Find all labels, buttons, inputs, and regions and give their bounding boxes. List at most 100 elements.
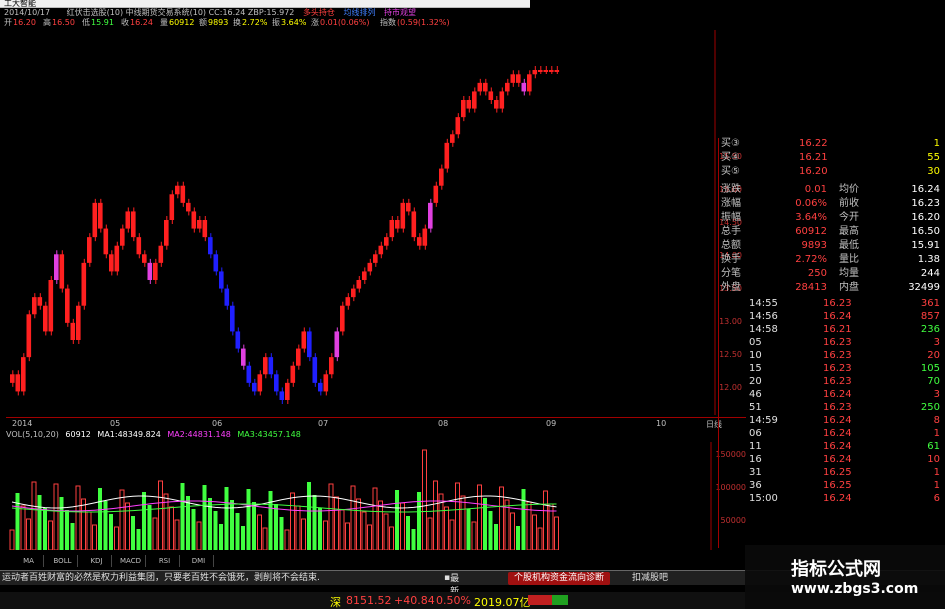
volume-bar — [43, 508, 47, 550]
candle-body — [307, 331, 312, 358]
book-volume: 30 — [927, 166, 940, 177]
candle-body — [37, 297, 43, 306]
candle-body — [98, 202, 103, 229]
candle-body — [153, 262, 158, 280]
date-tick: 2014 — [12, 419, 33, 428]
volume-bar — [378, 500, 383, 550]
ohlc-value-3: 16.24 — [130, 18, 153, 27]
my-stock-link[interactable]: 扣减股吧 — [632, 572, 668, 585]
volume-bar — [350, 485, 356, 550]
candle-body — [43, 305, 48, 332]
market-view-label: 持市观望 — [384, 8, 417, 17]
tick-time: 15 — [749, 363, 762, 374]
index-amount: 2019.07亿 — [474, 596, 531, 609]
tick-row: 15:00 16.24 6 — [719, 493, 945, 505]
volume-bar — [427, 517, 433, 550]
stat-value: 1.38 — [917, 254, 940, 265]
tick-price: 16.23 — [823, 298, 852, 309]
stat-value: 0.01 — [804, 184, 827, 195]
market-breadth-bar — [528, 595, 568, 605]
candlestick-chart[interactable] — [6, 30, 716, 415]
tick-volume: 250 — [920, 402, 940, 413]
volume-bar — [262, 527, 268, 550]
volume-bar — [449, 519, 455, 550]
tab-macd[interactable]: MACD — [116, 555, 146, 567]
quote-header-bar: 2014/10/17 红伏击选股(10) 中线期货交易系统(10) CC:16.… — [0, 8, 530, 18]
tick-volume: 361 — [920, 298, 940, 309]
fund-flow-button[interactable]: 个股机构资金流向诊断 — [508, 572, 611, 585]
tick-price: 16.23 — [823, 337, 852, 348]
volume-bar — [37, 495, 42, 550]
candle-body — [246, 365, 252, 383]
candle-body — [422, 228, 428, 246]
date-tick: 05 — [110, 419, 121, 428]
candle-body — [505, 82, 510, 92]
candle-body — [384, 237, 389, 246]
date-tick: 08 — [438, 419, 449, 428]
ohlc-label-1: 高 — [43, 18, 51, 27]
volume-bar — [537, 527, 543, 550]
candle-body — [312, 357, 318, 383]
volume-bar — [158, 480, 163, 550]
volume-bar — [246, 489, 251, 550]
volume-bar — [372, 487, 378, 550]
order-book-row: 买⑤ 16.20 30 — [719, 166, 945, 178]
volume-bar — [20, 505, 26, 550]
tab-kdj[interactable]: KDJ — [82, 555, 112, 567]
tab-rsi[interactable]: RSI — [150, 555, 180, 567]
stat-row: 涨幅 0.06% 前收 16.23 — [719, 198, 945, 210]
candle-body — [411, 211, 417, 238]
candle-body — [142, 254, 147, 263]
tick-volume: 1 — [933, 480, 940, 491]
tab-boll[interactable]: BOLL — [48, 555, 78, 567]
volume-bar — [86, 511, 92, 550]
date-tick: 07 — [318, 419, 329, 428]
stat-label: 量比 — [839, 254, 859, 265]
volume-bar — [488, 511, 493, 550]
tick-row: 16 16.24 10 — [719, 454, 945, 466]
volume-bar — [494, 524, 498, 550]
volume-bar — [339, 509, 345, 550]
tick-time: 10 — [749, 350, 762, 361]
index-pct: 0.50% — [436, 594, 471, 607]
tick-row: 06 16.24 1 — [719, 428, 945, 440]
news-video-link[interactable]: ▪ 最新视频 — [444, 572, 459, 609]
candle-body — [230, 305, 235, 332]
tick-time: 51 — [749, 402, 762, 413]
volume-bar — [31, 481, 37, 550]
candle-body — [103, 228, 109, 255]
ticker-message[interactable]: 运动者百姓财富的必然是权力利益集团，只要老百姓不会饿死，剥削将不会结束. — [2, 572, 320, 585]
candle-body — [318, 382, 323, 392]
candle-body — [466, 100, 472, 109]
tick-price: 16.25 — [823, 480, 852, 491]
stat-value: 16.23 — [911, 198, 940, 209]
stat-row: 分笔 250 均量 244 — [719, 268, 945, 280]
volume-chart[interactable] — [6, 442, 712, 550]
stat-label: 总额 — [721, 240, 741, 251]
tick-row: 36 16.25 1 — [719, 480, 945, 492]
volume-bar — [142, 492, 146, 550]
volume-bar — [483, 498, 487, 550]
candle-body — [488, 91, 494, 100]
stat-row: 总手 60912 最高 16.50 — [719, 226, 945, 238]
candle-body — [373, 254, 378, 263]
volume-bar — [307, 482, 311, 550]
candle-body — [219, 271, 224, 289]
ohlc-label-6: 换 — [233, 18, 241, 27]
tick-row: 05 16.23 3 — [719, 337, 945, 349]
volume-bar — [400, 502, 405, 550]
ohlc-value-5: 9893 — [208, 18, 229, 27]
tick-volume: 6 — [933, 493, 940, 504]
volume-bar — [114, 526, 119, 550]
app-title: 工大智能 — [4, 0, 36, 8]
stat-value: 3.64% — [795, 212, 827, 223]
volume-ma2: MA2:44831.148 — [167, 430, 231, 439]
tab-ma[interactable]: MA — [14, 555, 44, 567]
stat-label: 前收 — [839, 198, 859, 209]
tick-volume: 70 — [927, 376, 940, 387]
candle-body — [268, 357, 274, 375]
volume-bar — [191, 509, 196, 550]
tick-time: 46 — [749, 389, 762, 400]
tick-price: 16.23 — [823, 402, 852, 413]
tab-dmi[interactable]: DMI — [184, 555, 214, 567]
